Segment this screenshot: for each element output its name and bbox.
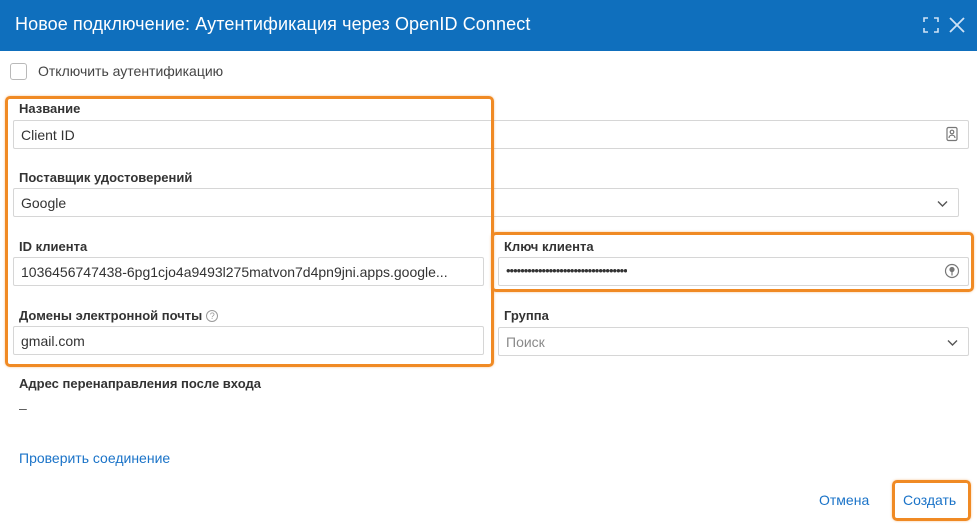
redirect-value: – — [19, 400, 27, 416]
group-placeholder: Поиск — [506, 334, 545, 350]
help-icon[interactable]: ? — [206, 310, 219, 322]
name-label: Название — [19, 101, 81, 116]
email-domains-value: gmail.com — [21, 333, 85, 349]
cancel-button[interactable]: Отмена — [819, 492, 869, 508]
chevron-down-icon[interactable] — [936, 197, 949, 210]
disable-auth-label: Отключить аутентификацию — [38, 63, 224, 79]
name-field[interactable]: Client ID — [13, 120, 969, 149]
provider-value: Google — [21, 195, 67, 211]
email-domains-label-text: Домены электронной почты — [19, 308, 203, 323]
contact-card-icon[interactable] — [944, 126, 960, 142]
email-domains-field[interactable]: gmail.com — [13, 326, 484, 355]
test-connection-link[interactable]: Проверить соединение — [19, 450, 170, 466]
group-label: Группа — [504, 308, 549, 323]
client-id-label: ID клиента — [19, 239, 88, 254]
dialog-title: Новое подключение: Аутентификация через … — [15, 14, 531, 34]
dialog-title-bar: Новое подключение: Аутентификация через … — [0, 0, 977, 51]
create-button[interactable]: Создать — [903, 492, 956, 508]
provider-label: Поставщик удостоверений — [19, 170, 193, 185]
disable-auth-checkbox[interactable] — [10, 62, 27, 80]
client-key-label: Ключ клиента — [504, 239, 594, 254]
client-key-value: •••••••••••••••••••••••••••••••••• — [506, 263, 627, 278]
provider-select[interactable]: Google — [13, 188, 959, 217]
client-id-field[interactable]: 1036456747438-6pg1cjo4a9493l275matvon7d4… — [13, 257, 484, 286]
client-id-value: 1036456747438-6pg1cjo4a9493l275matvon7d4… — [21, 264, 448, 280]
group-select[interactable]: Поиск — [498, 327, 969, 356]
client-key-field[interactable]: •••••••••••••••••••••••••••••••••• — [498, 257, 969, 286]
close-icon[interactable] — [947, 15, 967, 35]
maximize-icon[interactable] — [921, 15, 941, 35]
email-domains-label: Домены электронной почты? — [19, 308, 219, 323]
name-value: Client ID — [21, 127, 75, 143]
reveal-password-icon[interactable] — [944, 263, 960, 279]
disable-auth-row[interactable]: Отключить аутентификацию — [10, 62, 223, 80]
redirect-label: Адрес перенаправления после входа — [19, 376, 261, 391]
chevron-down-icon[interactable] — [946, 336, 959, 349]
